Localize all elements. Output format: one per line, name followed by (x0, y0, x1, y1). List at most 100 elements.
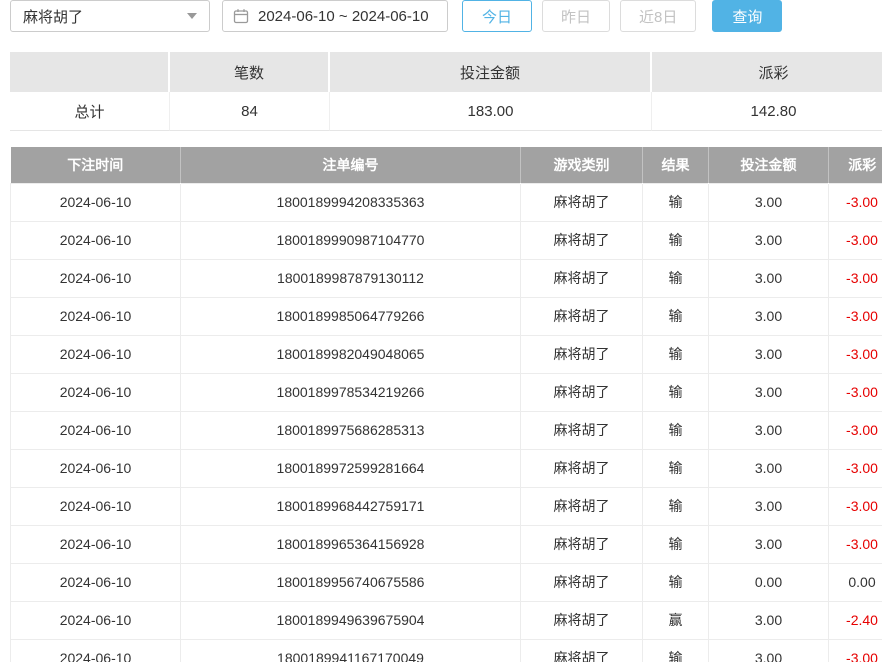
bet-time-cell: 2024-06-10 (11, 221, 181, 259)
game-select[interactable]: 麻将胡了 (10, 0, 210, 32)
bet-amount-cell: 3.00 (709, 259, 829, 297)
order-number-cell: 1800189987879130112 (181, 259, 521, 297)
chevron-down-icon (187, 13, 197, 19)
result-cell: 输 (643, 449, 709, 487)
order-number-cell: 1800189982049048065 (181, 335, 521, 373)
order-number-cell: 1800189965364156928 (181, 525, 521, 563)
table-row: 2024-06-101800189949639675904麻将胡了赢3.00-2… (11, 601, 882, 639)
payout-cell: -3.00 (829, 373, 882, 411)
summary-header-blank (10, 52, 170, 92)
summary-table: 笔数 投注金额 派彩 总计 84 183.00 142.80 (10, 52, 882, 131)
result-cell: 输 (643, 335, 709, 373)
payout-cell: -3.00 (829, 335, 882, 373)
table-row: 2024-06-101800189985064779266麻将胡了输3.00-3… (11, 297, 882, 335)
game-type-cell: 麻将胡了 (521, 183, 643, 221)
header-order-number: 注单编号 (181, 147, 521, 183)
summary-header-bet-amount: 投注金额 (330, 52, 652, 92)
order-number-cell: 1800189949639675904 (181, 601, 521, 639)
table-row: 2024-06-101800189956740675586麻将胡了输0.000.… (11, 563, 882, 601)
summary-header-row: 笔数 投注金额 派彩 (10, 52, 882, 92)
bet-amount-cell: 3.00 (709, 183, 829, 221)
bet-time-cell: 2024-06-10 (11, 639, 181, 662)
payout-cell: -3.00 (829, 183, 882, 221)
header-bet-time: 下注时间 (11, 147, 181, 183)
summary-header-count: 笔数 (170, 52, 330, 92)
payout-cell: -3.00 (829, 449, 882, 487)
bet-time-cell: 2024-06-10 (11, 297, 181, 335)
payout-cell: 0.00 (829, 563, 882, 601)
bet-amount-cell: 3.00 (709, 487, 829, 525)
query-button[interactable]: 查询 (712, 0, 782, 32)
order-number-cell: 1800189956740675586 (181, 563, 521, 601)
yesterday-button[interactable]: 昨日 (542, 0, 610, 32)
summary-total-label: 总计 (10, 92, 170, 131)
payout-cell: -3.00 (829, 221, 882, 259)
table-row: 2024-06-101800189965364156928麻将胡了输3.00-3… (11, 525, 882, 563)
table-row: 2024-06-101800189982049048065麻将胡了输3.00-3… (11, 335, 882, 373)
order-number-cell: 1800189975686285313 (181, 411, 521, 449)
summary-total-bet-amount: 183.00 (330, 92, 652, 131)
table-row: 2024-06-101800189987879130112麻将胡了输3.00-3… (11, 259, 882, 297)
bet-amount-cell: 3.00 (709, 373, 829, 411)
bet-amount-cell: 3.00 (709, 297, 829, 335)
table-row: 2024-06-101800189994208335363麻将胡了输3.00-3… (11, 183, 882, 221)
game-type-cell: 麻将胡了 (521, 525, 643, 563)
result-cell: 输 (643, 259, 709, 297)
payout-cell: -3.00 (829, 639, 882, 662)
result-cell: 输 (643, 221, 709, 259)
table-row: 2024-06-101800189978534219266麻将胡了输3.00-3… (11, 373, 882, 411)
header-payout: 派彩 (829, 147, 882, 183)
order-number-cell: 1800189978534219266 (181, 373, 521, 411)
order-number-cell: 1800189994208335363 (181, 183, 521, 221)
bet-time-cell: 2024-06-10 (11, 183, 181, 221)
bet-time-cell: 2024-06-10 (11, 601, 181, 639)
result-cell: 输 (643, 373, 709, 411)
game-type-cell: 麻将胡了 (521, 335, 643, 373)
bet-amount-cell: 3.00 (709, 639, 829, 662)
order-number-cell: 1800189968442759171 (181, 487, 521, 525)
result-cell: 输 (643, 297, 709, 335)
payout-cell: -3.00 (829, 297, 882, 335)
bet-time-cell: 2024-06-10 (11, 525, 181, 563)
calendar-icon (233, 8, 249, 24)
bet-amount-cell: 3.00 (709, 525, 829, 563)
order-number-cell: 1800189941167170049 (181, 639, 521, 662)
table-row: 2024-06-101800189972599281664麻将胡了输3.00-3… (11, 449, 882, 487)
bet-time-cell: 2024-06-10 (11, 563, 181, 601)
game-type-cell: 麻将胡了 (521, 639, 643, 662)
bet-table: 下注时间 注单编号 游戏类别 结果 投注金额 派彩 2024-06-101800… (10, 147, 882, 662)
result-cell: 输 (643, 639, 709, 662)
bet-amount-cell: 3.00 (709, 335, 829, 373)
bet-time-cell: 2024-06-10 (11, 449, 181, 487)
summary-total-row: 总计 84 183.00 142.80 (10, 92, 882, 131)
date-range-input[interactable]: 2024-06-10 ~ 2024-06-10 (222, 0, 448, 32)
today-button[interactable]: 今日 (462, 0, 532, 32)
payout-cell: -2.40 (829, 601, 882, 639)
header-result: 结果 (643, 147, 709, 183)
last8days-button[interactable]: 近8日 (620, 0, 696, 32)
order-number-cell: 1800189972599281664 (181, 449, 521, 487)
bet-time-cell: 2024-06-10 (11, 411, 181, 449)
table-row: 2024-06-101800189975686285313麻将胡了输3.00-3… (11, 411, 882, 449)
game-type-cell: 麻将胡了 (521, 487, 643, 525)
game-type-cell: 麻将胡了 (521, 563, 643, 601)
header-bet-amount: 投注金额 (709, 147, 829, 183)
result-cell: 输 (643, 183, 709, 221)
game-type-cell: 麻将胡了 (521, 373, 643, 411)
table-row: 2024-06-101800189990987104770麻将胡了输3.00-3… (11, 221, 882, 259)
game-type-cell: 麻将胡了 (521, 411, 643, 449)
game-type-cell: 麻将胡了 (521, 259, 643, 297)
summary-header-payout: 派彩 (652, 52, 882, 92)
order-number-cell: 1800189985064779266 (181, 297, 521, 335)
summary-total-payout: 142.80 (652, 92, 882, 131)
game-type-cell: 麻将胡了 (521, 601, 643, 639)
payout-cell: -3.00 (829, 411, 882, 449)
summary-total-count: 84 (170, 92, 330, 131)
table-row: 2024-06-101800189968442759171麻将胡了输3.00-3… (11, 487, 882, 525)
payout-cell: -3.00 (829, 259, 882, 297)
bet-table-header-row: 下注时间 注单编号 游戏类别 结果 投注金额 派彩 (11, 147, 882, 183)
bet-time-cell: 2024-06-10 (11, 487, 181, 525)
bet-time-cell: 2024-06-10 (11, 259, 181, 297)
game-select-value: 麻将胡了 (23, 6, 83, 27)
bet-time-cell: 2024-06-10 (11, 373, 181, 411)
